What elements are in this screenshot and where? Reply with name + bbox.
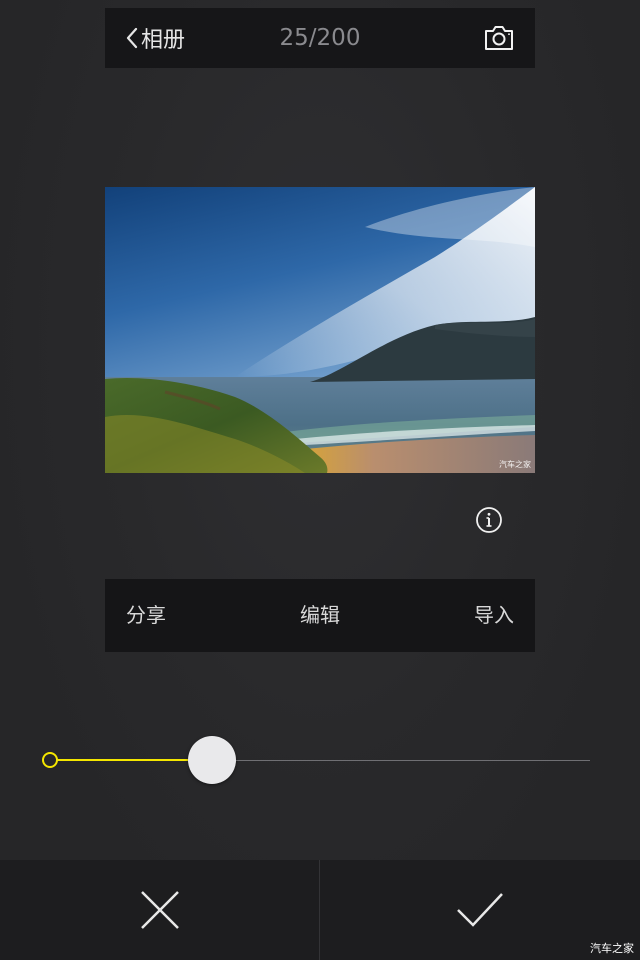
corner-watermark: 汽车之家 [590, 942, 634, 955]
slider-start-marker [42, 752, 58, 768]
checkmark-icon [456, 893, 503, 927]
camera-button[interactable] [483, 23, 515, 53]
photo-watermark: 汽车之家 [499, 460, 531, 469]
import-button[interactable]: 导入 [474, 579, 514, 652]
top-bar: 相册 25/200 [105, 8, 535, 68]
edit-button[interactable]: 编辑 [105, 579, 535, 652]
photo-image[interactable]: 汽车之家 [105, 187, 535, 473]
camera-icon [485, 26, 513, 50]
action-bar: 分享 编辑 导入 [105, 579, 535, 652]
photo-viewer-screen: 相册 25/200 汽车之家 分享 编辑 导入 汽车之家 [0, 0, 640, 960]
adjustment-slider[interactable] [40, 735, 592, 787]
cancel-button[interactable] [0, 860, 319, 960]
photo-counter: 25/200 [279, 25, 361, 51]
info-icon [476, 507, 502, 533]
info-button[interactable] [475, 506, 503, 534]
bottom-bar: 汽车之家 [0, 860, 640, 960]
slider-thumb[interactable] [188, 736, 236, 784]
close-icon [140, 891, 179, 929]
